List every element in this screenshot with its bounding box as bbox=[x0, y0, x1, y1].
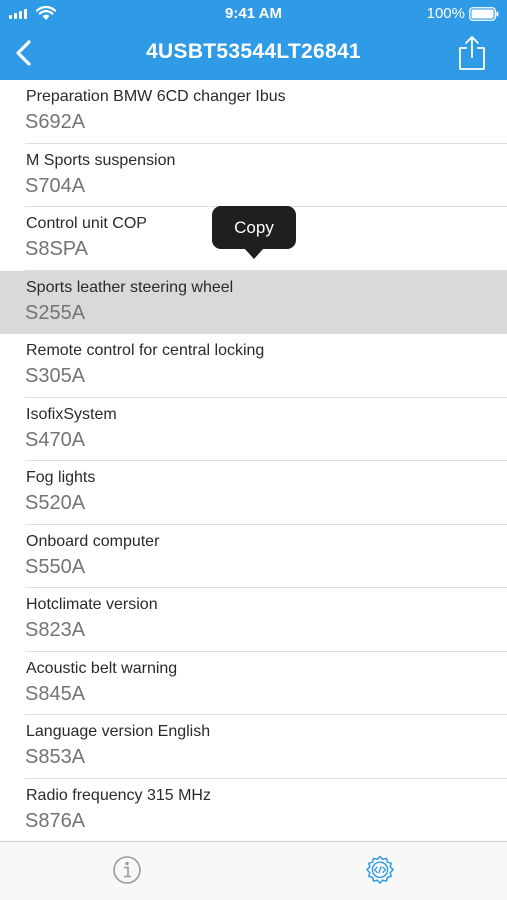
list-item[interactable]: Preparation BMW 6CD changer Ibus S692A bbox=[0, 80, 507, 144]
option-code: S550A bbox=[25, 555, 86, 578]
tab-bar bbox=[0, 841, 507, 900]
option-code: S704A bbox=[25, 174, 86, 197]
info-icon bbox=[113, 856, 141, 884]
option-code: S470A bbox=[25, 428, 86, 451]
tab-info[interactable] bbox=[111, 854, 143, 886]
list-item[interactable]: Language version English S853A bbox=[0, 715, 507, 779]
app-header: 9:41 AM 100% 4USBT53544LT26841 bbox=[0, 0, 507, 80]
option-code: S876A bbox=[25, 809, 86, 832]
battery-percent: 100% bbox=[426, 5, 465, 22]
option-label: Language version English bbox=[26, 723, 211, 740]
option-code: S692A bbox=[25, 111, 86, 133]
status-bar: 9:41 AM 100% bbox=[0, 0, 507, 28]
option-code: S823A bbox=[25, 619, 86, 641]
list-item[interactable]: Fog lights S520A bbox=[0, 461, 507, 525]
chevron-left-icon bbox=[16, 40, 31, 66]
option-label: Radio frequency 315 MHz bbox=[26, 786, 211, 804]
tab-settings[interactable] bbox=[364, 854, 396, 886]
list-item[interactable]: Acoustic belt warning S845A bbox=[0, 651, 507, 715]
option-code: S305A bbox=[25, 365, 86, 387]
list-item[interactable]: Sports leather steering wheel S255A bbox=[0, 270, 507, 334]
option-label: Fog lights bbox=[26, 469, 96, 486]
option-code: S845A bbox=[25, 682, 86, 705]
option-code: S853A bbox=[25, 746, 86, 768]
gear-code-icon bbox=[366, 855, 394, 884]
option-code: S255A bbox=[25, 301, 86, 324]
option-code: S8SPA bbox=[25, 238, 88, 260]
options-list[interactable]: Preparation BMW 6CD changer Ibus S692A M S… bbox=[0, 80, 507, 841]
list-item[interactable]: IsofixSystem S470A bbox=[0, 397, 507, 461]
list-item[interactable]: Hotclimate version S823A bbox=[0, 588, 507, 652]
option-code: S520A bbox=[25, 492, 86, 514]
share-button[interactable] bbox=[457, 34, 487, 72]
battery-icon bbox=[469, 7, 499, 21]
nav-bar: 4USBT53544LT26841 bbox=[0, 28, 507, 80]
option-label: Onboard computer bbox=[26, 532, 160, 550]
list-item[interactable]: Radio frequency 315 MHz S876A bbox=[0, 778, 507, 841]
option-label: Sports leather steering wheel bbox=[26, 278, 234, 296]
back-button[interactable] bbox=[8, 36, 42, 70]
option-label: Control unit COP bbox=[26, 215, 147, 232]
option-label: Acoustic belt warning bbox=[26, 659, 178, 677]
share-icon bbox=[459, 36, 485, 70]
list-item[interactable]: M Sports suspension S704A bbox=[0, 143, 507, 207]
option-label: Remote control for central locking bbox=[26, 342, 265, 359]
list-item[interactable]: Onboard computer S550A bbox=[0, 524, 507, 588]
option-label: Hotclimate version bbox=[26, 596, 158, 613]
option-label: IsofixSystem bbox=[26, 405, 117, 423]
tooltip-arrow bbox=[244, 248, 264, 259]
option-label: M Sports suspension bbox=[26, 151, 176, 169]
option-label: Preparation BMW 6CD changer Ibus bbox=[26, 88, 286, 105]
list-item[interactable]: Remote control for central locking S305A bbox=[0, 334, 507, 398]
copy-button[interactable]: Copy bbox=[212, 206, 296, 249]
page-title: 4USBT53544LT26841 bbox=[146, 40, 361, 63]
